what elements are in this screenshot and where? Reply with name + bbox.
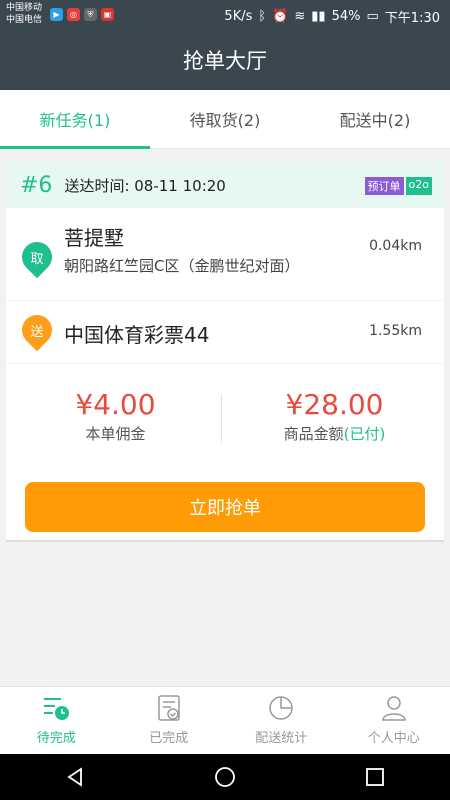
carrier-2: 中国电信 [6,15,43,25]
divider [221,394,222,442]
pickup-address-row: 取 菩提墅 朝阳路红竺园C区（金鹏世纪对面） 0.04km [6,208,444,301]
status-bar: 中国移动 中国电信 ▶ ◎ ⛨ ▣ 5K/s ᛒ ⏰ ≋ ▮▮ 54% ▭ 下午… [0,0,450,30]
network-speed: 5K/s [224,9,253,24]
preorder-badge: 预订单 [364,177,404,195]
bluetooth-icon: ᛒ [258,9,267,24]
commission-value: ¥4.00 [75,388,156,421]
alarm-icon: ⏰ [272,9,289,24]
nav-pending[interactable]: 待完成 [0,687,113,755]
delivery-time: 送达时间: 08-11 10:20 [64,176,226,195]
dropoff-pin-icon: 送 [15,308,59,352]
completed-doc-icon [158,695,180,721]
order-card: #6 送达时间: 08-11 10:20 预订单 o2o 取 菩提墅 朝阳路红竺… [6,162,444,542]
home-icon[interactable] [213,765,237,789]
clock: 下午1:30 [384,11,440,26]
o2o-badge: o2o [405,177,432,195]
order-header: #6 送达时间: 08-11 10:20 预订单 o2o [6,162,444,208]
shield-icon: ⛨ [84,8,97,21]
carrier-1: 中国移动 [6,3,43,13]
grab-order-button[interactable]: 立即抢单 [25,482,425,532]
nav-statistics-label: 配送统计 [255,731,308,746]
nav-profile-label: 个人中心 [367,731,420,746]
system-nav-bar [0,754,450,800]
goods-amount-value: ¥28.00 [285,388,384,421]
tab-delivering[interactable]: 配送中(2) [300,90,450,148]
back-icon[interactable] [63,765,87,789]
dropoff-name: 中国体育彩票44 [64,323,210,347]
nav-completed-label: 已完成 [149,731,189,746]
nav-statistics[interactable]: 配送统计 [225,687,338,755]
user-icon [381,696,406,721]
pickup-name: 菩提墅 [64,226,124,250]
status-right: 5K/s ᛒ ⏰ ≋ ▮▮ 54% ▭ 下午1:30 [224,7,440,26]
order-number: #6 [20,172,53,198]
tab-bar: 新任务(1) 待取货(2) 配送中(2) [0,90,450,149]
notification-icons: ▶ ◎ ⛨ ▣ [50,8,114,21]
pickup-distance: 0.04km [369,238,422,254]
app-notification-icon: ▣ [101,8,114,21]
battery-level: 54% [331,9,361,24]
nav-profile[interactable]: 个人中心 [338,687,450,755]
goods-amount-label-row: 商品金额(已付) [284,423,386,444]
commission-block: ¥4.00 本单佣金 [6,364,225,464]
app-bar: 抢单大厅 [0,30,450,90]
tab-awaiting-pickup[interactable]: 待取货(2) [150,90,300,148]
tab-new-tasks[interactable]: 新任务(1) [0,90,150,149]
signal-icon: ▮▮ [311,9,326,24]
carrier-info: 中国移动 中国电信 [6,2,42,26]
nav-pending-label: 待完成 [36,731,76,746]
wifi-icon: ≋ [294,9,306,24]
dropoff-address-row: 送 中国体育彩票44 1.55km [6,301,444,364]
dropoff-distance: 1.55km [369,323,422,339]
pie-chart-icon [269,696,293,720]
commission-label: 本单佣金 [85,425,146,443]
app-notification-icon: ▶ [50,8,63,21]
page-title: 抢单大厅 [183,49,267,73]
money-summary: ¥4.00 本单佣金 ¥28.00 商品金额(已付) [6,364,444,464]
nav-completed[interactable]: 已完成 [113,687,226,755]
app-notification-icon: ◎ [67,8,80,21]
pickup-detail: 朝阳路红竺园C区（金鹏世纪对面） [64,257,300,275]
pickup-pin-icon: 取 [15,235,59,279]
bottom-nav: 待完成 已完成 配送统计 个人中心 [0,686,450,755]
pending-list-icon [44,698,70,720]
goods-amount-block: ¥28.00 商品金额(已付) [225,364,444,464]
goods-amount-label: 商品金额 [283,425,344,443]
battery-icon: ▭ [366,9,379,24]
paid-status: (已付) [343,425,386,443]
recents-icon[interactable] [363,765,387,789]
order-badges: 预订单 o2o [364,177,432,195]
